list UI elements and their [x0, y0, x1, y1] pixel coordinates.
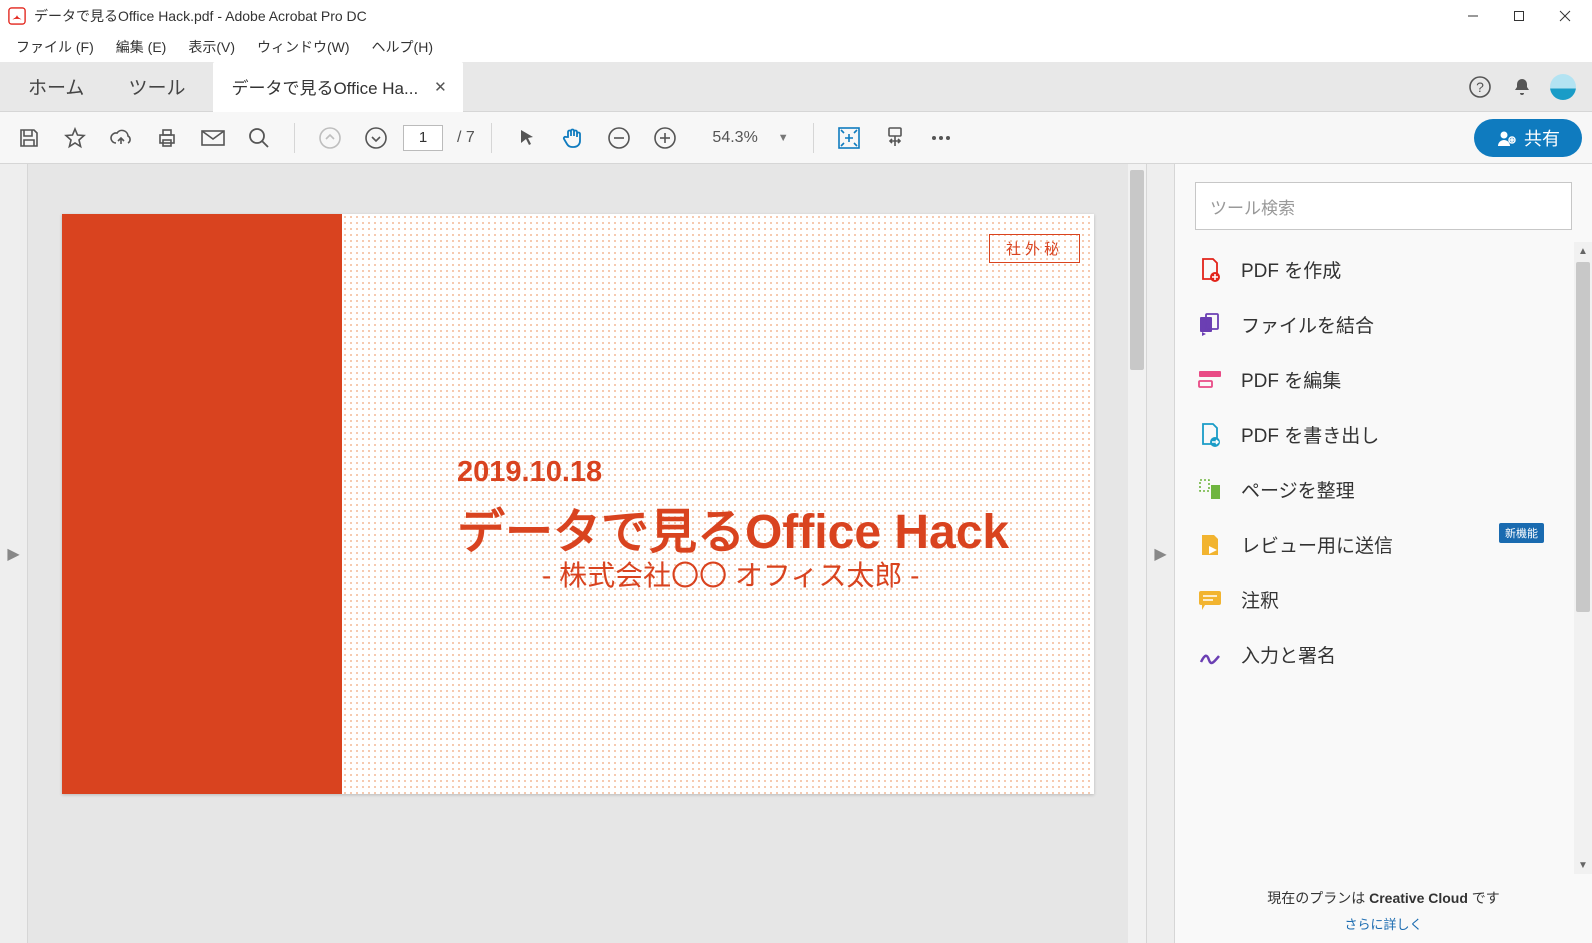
confidential-stamp: 社外秘 [989, 234, 1080, 263]
close-button[interactable] [1542, 0, 1588, 32]
tool-create-pdf[interactable]: PDF を作成 [1175, 242, 1574, 297]
title-bar: データで見るOffice Hack.pdf - Adobe Acrobat Pr… [0, 0, 1592, 32]
save-icon[interactable] [10, 119, 48, 157]
page-up-icon[interactable] [311, 119, 349, 157]
tool-edit-pdf[interactable]: PDF を編集 [1175, 352, 1574, 407]
share-label: 共有 [1524, 125, 1560, 151]
menu-file[interactable]: ファイル (F) [6, 33, 104, 61]
tools-panel: ツール検索 PDF を作成 ファイルを結合 PDF を編集 PDF を書 [1174, 164, 1592, 943]
share-button[interactable]: 共有 [1474, 119, 1582, 157]
more-tools-icon[interactable] [922, 119, 960, 157]
doc-title: データで見るOffice Hack [457, 492, 1009, 562]
page-total: / 7 [457, 129, 475, 147]
plan-text-prefix: 現在のプランは [1267, 890, 1369, 906]
doc-subtitle: - 株式会社〇〇 オフィス太郎 - [542, 554, 919, 594]
window-title: データで見るOffice Hack.pdf - Adobe Acrobat Pr… [34, 6, 1450, 26]
svg-text:?: ? [1476, 79, 1484, 95]
print-icon[interactable] [148, 119, 186, 157]
content-area: ▶ 社外秘 2019.10.18 データで見るOffice Hack - 株式会… [0, 164, 1592, 943]
plan-footer: 現在のプランは Creative Cloud です さらに詳しく [1175, 874, 1592, 943]
share-person-icon [1496, 128, 1516, 148]
star-icon[interactable] [56, 119, 94, 157]
selection-tool-icon[interactable] [508, 119, 546, 157]
page-down-icon[interactable] [357, 119, 395, 157]
menu-view[interactable]: 表示(V) [178, 33, 245, 61]
notifications-icon[interactable] [1508, 73, 1536, 101]
combine-files-icon [1197, 312, 1223, 338]
tool-send-review[interactable]: レビュー用に送信 新機能 [1175, 517, 1574, 572]
pdf-page: 社外秘 2019.10.18 データで見るOffice Hack - 株式会社〇… [62, 214, 1094, 794]
toolbar: / 7 54.3% ▼ 共有 [0, 112, 1592, 164]
menu-bar: ファイル (F) 編集 (E) 表示(V) ウィンドウ(W) ヘルプ(H) [0, 32, 1592, 62]
tab-close-icon[interactable]: ✕ [428, 76, 453, 98]
minimize-button[interactable] [1450, 0, 1496, 32]
tool-label: PDF を編集 [1241, 366, 1341, 393]
tool-comment[interactable]: 注釈 [1175, 572, 1574, 627]
fit-width-icon[interactable] [876, 119, 914, 157]
tab-bar: ホーム ツール データで見るOffice Ha... ✕ ? [0, 62, 1592, 112]
tool-search-input[interactable]: ツール検索 [1195, 182, 1572, 230]
tool-organize-pages[interactable]: ページを整理 [1175, 462, 1574, 517]
viewer-scrollbar[interactable] [1128, 164, 1146, 943]
tool-export-pdf[interactable]: PDF を書き出し [1175, 407, 1574, 462]
new-feature-badge: 新機能 [1499, 523, 1544, 543]
mail-icon[interactable] [194, 119, 232, 157]
left-panel-toggle[interactable]: ▶ [0, 164, 28, 943]
tool-label: ファイルを結合 [1241, 311, 1374, 338]
zoom-dropdown-icon[interactable]: ▼ [770, 132, 797, 144]
avatar[interactable] [1550, 74, 1576, 100]
tool-label: レビュー用に送信 [1241, 531, 1393, 558]
fill-sign-icon [1197, 642, 1223, 668]
tools-scrollbar[interactable]: ▲ ▼ [1574, 242, 1592, 874]
zoom-level: 54.3% [692, 129, 762, 147]
cloud-upload-icon[interactable] [102, 119, 140, 157]
create-pdf-icon [1197, 257, 1223, 283]
tab-document[interactable]: データで見るOffice Ha... ✕ [213, 62, 462, 112]
menu-edit[interactable]: 編集 (E) [106, 33, 177, 61]
document-viewer[interactable]: 社外秘 2019.10.18 データで見るOffice Hack - 株式会社〇… [28, 164, 1128, 943]
zoom-in-icon[interactable] [646, 119, 684, 157]
scroll-up-icon[interactable]: ▲ [1574, 242, 1592, 260]
tool-label: 注釈 [1241, 586, 1279, 613]
tool-label: PDF を書き出し [1241, 421, 1379, 448]
tool-fill-sign[interactable]: 入力と署名 [1175, 627, 1574, 682]
plan-name: Creative Cloud [1369, 890, 1468, 906]
menu-help[interactable]: ヘルプ(H) [362, 33, 443, 61]
acrobat-icon [8, 7, 26, 25]
tab-home[interactable]: ホーム [6, 62, 106, 112]
scroll-down-icon[interactable]: ▼ [1574, 856, 1592, 874]
plan-details-link[interactable]: さらに詳しく [1193, 914, 1574, 933]
organize-pages-icon [1197, 477, 1223, 503]
find-icon[interactable] [240, 119, 278, 157]
help-icon[interactable]: ? [1466, 73, 1494, 101]
maximize-button[interactable] [1496, 0, 1542, 32]
zoom-out-icon[interactable] [600, 119, 638, 157]
tool-label: 入力と署名 [1241, 641, 1336, 668]
tool-label: PDF を作成 [1241, 256, 1341, 283]
fit-page-icon[interactable] [830, 119, 868, 157]
tab-document-label: データで見るOffice Ha... [231, 74, 418, 99]
doc-date: 2019.10.18 [457, 456, 602, 489]
tool-label: ページを整理 [1241, 476, 1355, 503]
menu-window[interactable]: ウィンドウ(W) [247, 33, 360, 61]
tab-tools[interactable]: ツール [106, 62, 207, 112]
page-number-input[interactable] [403, 125, 443, 151]
right-panel-toggle[interactable]: ▶ [1146, 164, 1174, 943]
plan-text-suffix: です [1468, 890, 1500, 906]
search-placeholder: ツール検索 [1210, 194, 1295, 219]
hand-tool-icon[interactable] [554, 119, 592, 157]
send-review-icon [1197, 532, 1223, 558]
tool-combine-files[interactable]: ファイルを結合 [1175, 297, 1574, 352]
comment-icon [1197, 587, 1223, 613]
export-pdf-icon [1197, 422, 1223, 448]
edit-pdf-icon [1197, 367, 1223, 393]
